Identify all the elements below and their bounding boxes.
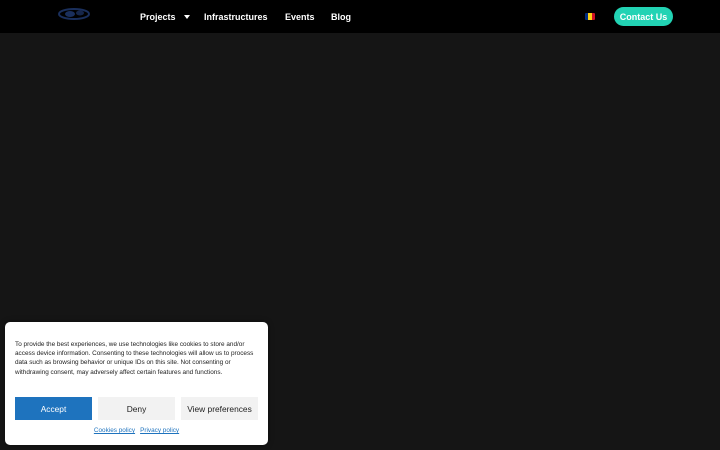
nav-item-label: Blog (331, 11, 351, 22)
nav-item-events[interactable]: Events (285, 12, 331, 22)
privacy-policy-link[interactable]: Privacy policy (140, 427, 179, 434)
page: Projects Infrastructures Events Blog Con… (0, 0, 720, 450)
romania-flag-icon[interactable] (585, 13, 595, 20)
nav-item-label: Projects (140, 11, 176, 22)
chevron-down-icon (183, 15, 190, 19)
nav-item-label: Infrastructures (204, 11, 268, 22)
view-preferences-button[interactable]: View preferences (181, 397, 258, 420)
deny-button[interactable]: Deny (98, 397, 175, 420)
accept-button[interactable]: Accept (15, 397, 92, 420)
site-logo-icon[interactable] (56, 6, 92, 22)
main-nav: Projects Infrastructures Events Blog (140, 0, 351, 33)
site-header: Projects Infrastructures Events Blog Con… (0, 0, 720, 33)
nav-item-infrastructures[interactable]: Infrastructures (204, 12, 285, 22)
cookie-message: To provide the best experiences, we use … (15, 341, 254, 376)
cookie-links: Cookies policy Privacy policy (5, 427, 268, 434)
contact-us-button[interactable]: Contact Us (614, 7, 673, 26)
flag-stripe-red (591, 13, 595, 20)
nav-item-projects[interactable]: Projects (140, 12, 204, 22)
cookies-policy-link[interactable]: Cookies policy (94, 427, 135, 434)
cookie-consent-banner: To provide the best experiences, we use … (5, 322, 268, 445)
nav-item-label: Events (285, 11, 315, 22)
nav-item-blog[interactable]: Blog (331, 12, 351, 22)
